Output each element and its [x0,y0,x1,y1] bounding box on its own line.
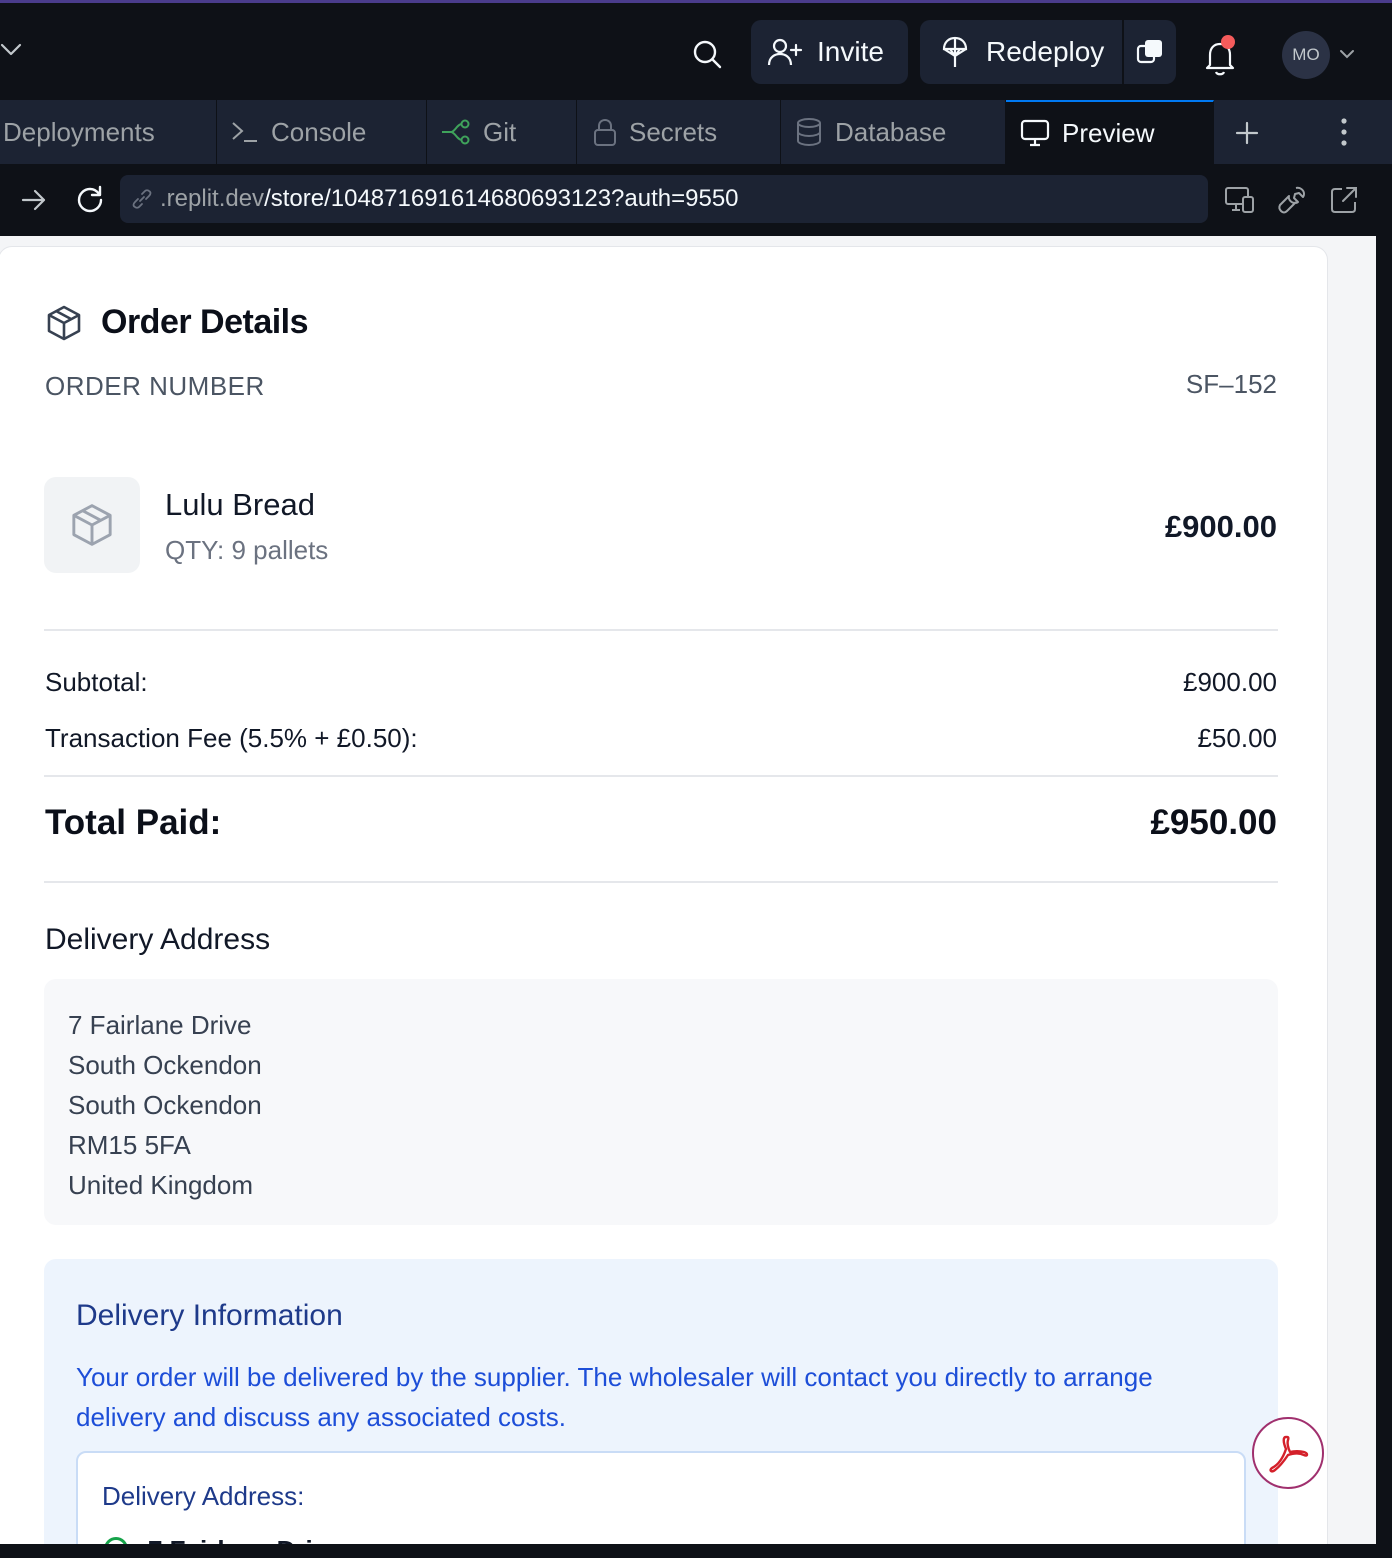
package-icon [72,504,112,546]
url-host: .replit.dev [160,185,265,212]
product-price: £900.00 [1164,509,1277,544]
workspace-header: Invite Redeploy MO [0,3,1392,100]
database-icon [797,118,821,147]
address-line: RM15 5FA [68,1130,191,1160]
invite-button[interactable]: Invite [751,20,908,84]
order-number-value: SF–152 [1185,369,1277,399]
git-branch-icon [442,119,470,145]
external-link-icon[interactable] [1328,184,1360,216]
tab-label: Preview [1062,117,1155,148]
address-line: South Ockendon [68,1050,262,1080]
wrench-icon[interactable] [1276,184,1308,216]
product-quantity: QTY: 9 pallets [165,535,329,565]
delivery-address-first-line: 7 Fairlane Drive [148,1535,342,1544]
chevron-down-icon[interactable] [1338,45,1356,63]
tab-secrets[interactable]: Secrets [577,100,781,164]
delivery-info-box: Delivery Information Your order will be … [44,1259,1278,1544]
address-line: United Kingdom [68,1170,253,1200]
total-label: Total Paid: [45,803,222,842]
avatar[interactable]: MO [1282,31,1330,79]
add-user-icon [767,38,803,66]
deploy-icon [942,36,968,67]
page-title: Order Details [101,303,309,341]
divider [44,881,1278,883]
delivery-info-heading: Delivery Information [76,1299,343,1332]
tab-label: Git [483,116,517,147]
order-number-label: ORDER NUMBER [45,371,265,401]
product-name: Lulu Bread [165,487,315,522]
copy-icon [1136,40,1162,64]
total-value: £950.00 [1150,803,1277,842]
avatar-initials: MO [1292,45,1320,64]
fee-value: £50.00 [1197,723,1277,753]
chevron-down-icon[interactable] [0,37,24,61]
package-icon [47,305,81,340]
search-icon [693,40,722,69]
tab-label: Deployments [3,116,155,147]
scroll-gutter [1376,236,1392,1544]
link-icon [132,189,152,209]
divider [44,629,1278,631]
address-box: 7 Fairlane Drive South Ockendon South Oc… [44,979,1278,1225]
tab-label: Secrets [629,116,718,147]
tab-git[interactable]: Git [427,100,577,164]
plus-icon[interactable] [1232,118,1262,148]
subtotal-value: £900.00 [1183,667,1277,697]
subtotal-label: Subtotal: [45,667,148,697]
bottom-bar [0,1544,1392,1558]
url-input[interactable]: .replit.dev/store/10487169161468069312​3… [120,175,1208,223]
url-path: /store/10487169161468069312​3?auth=9550 [264,185,739,212]
preview-urlbar: .replit.dev/store/10487169161468069312​3… [0,164,1392,236]
monitor-icon [1020,119,1050,147]
product-thumbnail [44,477,140,573]
delivery-address-heading: Delivery Address [45,923,271,956]
check-circle-icon [104,1537,128,1544]
pane-tabs: Deployments Console Git Secrets Database… [0,100,1392,164]
redeploy-label: Redeploy [986,36,1105,67]
tab-label: Console [271,116,367,147]
pdf-button[interactable] [1252,1417,1324,1489]
acrobat-pdf-icon [1269,1435,1309,1473]
more-vertical-icon[interactable] [1334,116,1354,148]
address-line: South Ockendon [68,1090,262,1120]
devices-icon[interactable] [1224,184,1256,216]
order-card: Order Details ORDER NUMBER SF–152 Lulu B… [0,246,1328,1544]
deployment-menu-button[interactable] [1124,20,1176,84]
tab-preview[interactable]: Preview [1006,100,1214,164]
tab-label: Database [835,116,947,147]
divider [44,775,1278,777]
delivery-info-text: Your order will be delivered by the supp… [76,1362,1153,1432]
bell-icon[interactable] [1198,35,1242,79]
reload-icon[interactable] [74,184,106,216]
preview-viewport: Order Details ORDER NUMBER SF–152 Lulu B… [0,236,1376,1544]
tab-console[interactable]: Console [217,100,427,164]
search-button[interactable] [688,35,726,73]
terminal-icon [232,122,257,142]
delivery-address-label: Delivery Address: [102,1481,305,1511]
delivery-address-panel: Delivery Address: 7 Fairlane Drive [76,1451,1246,1544]
arrow-right-icon[interactable] [20,186,48,214]
notification-dot [1221,35,1235,49]
lock-icon [594,118,616,146]
fee-label: Transaction Fee (5.5% + £0.50): [45,723,418,753]
address-line: 7 Fairlane Drive [68,1010,252,1040]
invite-label: Invite [817,36,884,67]
order-header: Order Details [45,303,309,342]
redeploy-button[interactable]: Redeploy [920,20,1122,84]
tab-deployments[interactable]: Deployments [0,100,217,164]
tab-database[interactable]: Database [781,100,1006,164]
